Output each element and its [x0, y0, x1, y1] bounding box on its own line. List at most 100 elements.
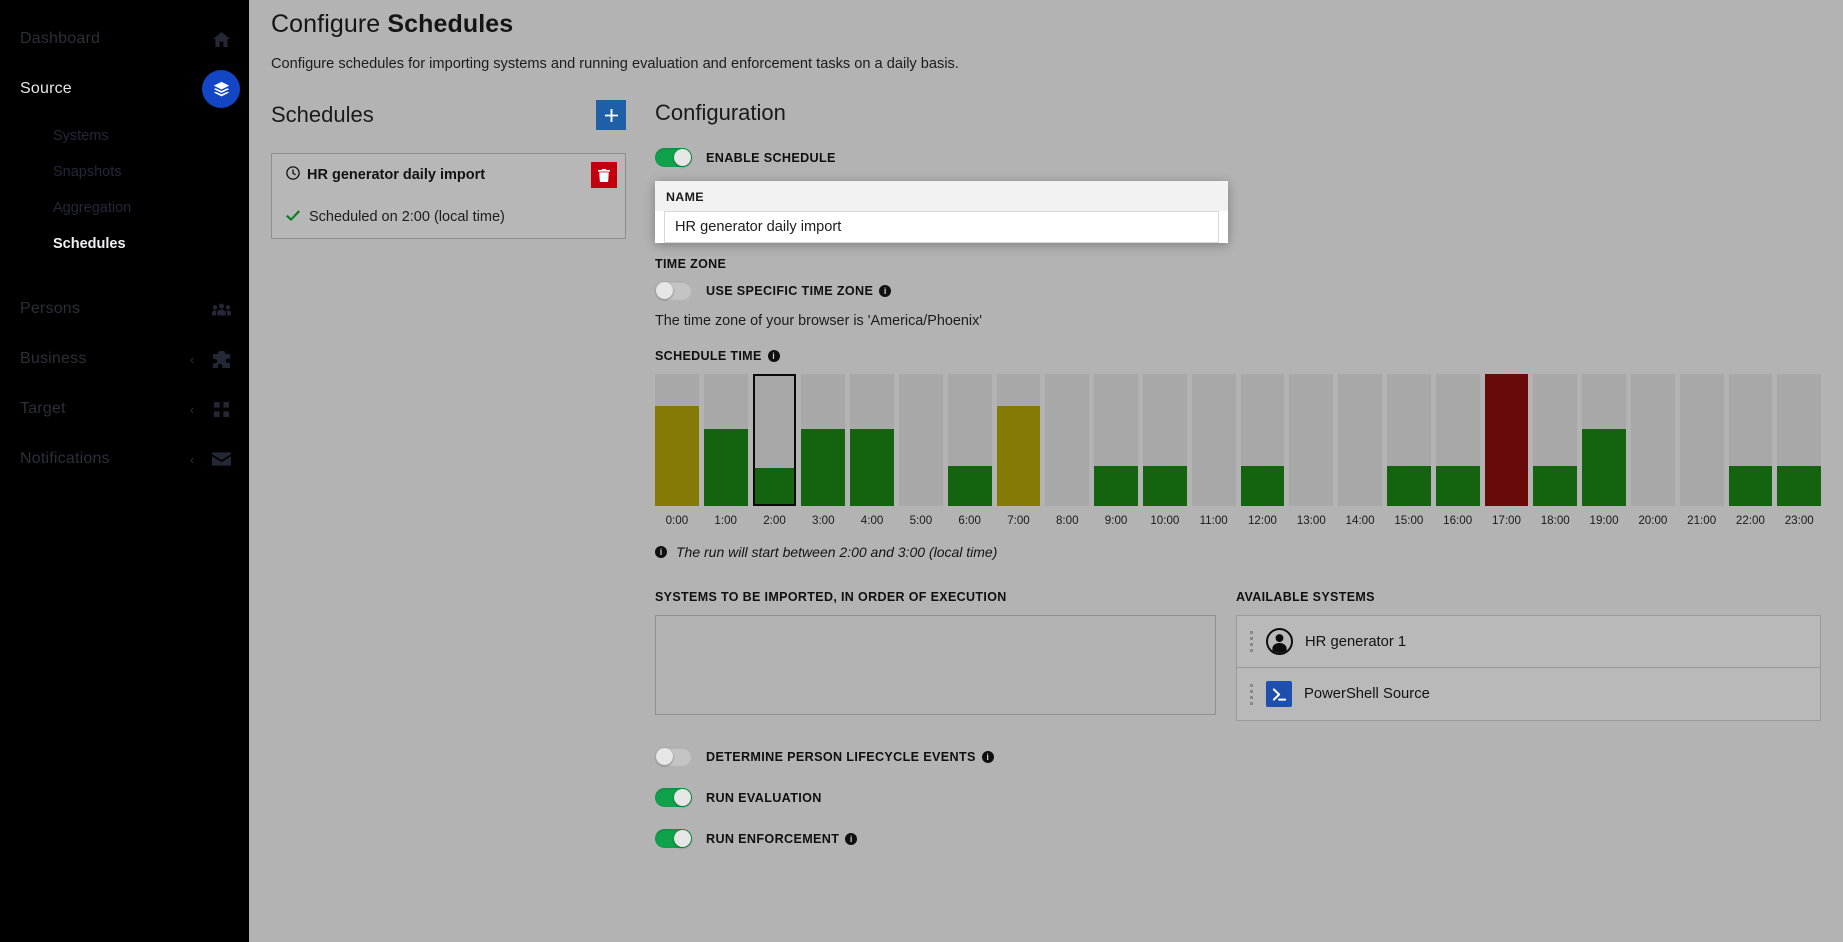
page-title-strong: Schedules [387, 10, 514, 38]
chart-bar-16-00[interactable] [1435, 374, 1480, 506]
bar-fill [801, 429, 846, 506]
bar-track [752, 374, 797, 506]
layers-icon [202, 70, 240, 108]
chevron-left-icon[interactable]: ‹ [186, 453, 198, 466]
chart-bar-20-00[interactable] [1630, 374, 1675, 506]
chart-bar-17-00[interactable] [1484, 374, 1529, 506]
sidebar-item-snapshots[interactable]: Snapshots [0, 154, 249, 190]
info-icon[interactable]: i [879, 284, 892, 297]
chart-bar-18-00[interactable] [1533, 374, 1578, 506]
sidebar-item-persons[interactable]: Persons [0, 284, 249, 334]
run-evaluation-toggle[interactable] [655, 788, 692, 807]
schedule-list-item[interactable]: HR generator daily import Scheduled on 2… [271, 153, 626, 239]
schedules-heading: Schedules [271, 102, 374, 127]
bar-track [1777, 374, 1822, 506]
schedule-item-status-row: Scheduled on 2:00 (local time) [286, 208, 611, 225]
axis-tick-label: 4:00 [860, 514, 884, 527]
determine-lifecycle-events-toggle[interactable] [655, 747, 692, 766]
app-root: Dashboard Source ∨ Systems Snapshots Agg… [0, 0, 1843, 942]
chart-bar-1-00[interactable] [703, 374, 748, 506]
list-item[interactable]: HR generator 1 [1237, 616, 1820, 668]
info-icon: i [655, 546, 667, 558]
bar-track [1679, 374, 1724, 506]
bar-track [850, 374, 894, 506]
label-text: USE SPECIFIC TIME ZONE [706, 283, 874, 298]
info-icon[interactable]: i [845, 832, 858, 845]
run-enforcement-row: RUN ENFORCEMENT i [655, 829, 1821, 848]
sidebar-item-systems[interactable]: Systems [0, 118, 249, 154]
chart-bar-12-00[interactable] [1240, 374, 1285, 506]
chart-bar-19-00[interactable] [1582, 374, 1626, 506]
run-enforcement-toggle[interactable] [655, 829, 692, 848]
axis-tick-label: 23:00 [1784, 514, 1814, 527]
bar-track [1435, 374, 1480, 506]
chart-bar-4-00[interactable] [850, 374, 894, 506]
systems-to-import-dropzone[interactable] [655, 615, 1216, 715]
schedules-header: Schedules [271, 100, 626, 130]
chart-bar-9-00[interactable] [1094, 374, 1138, 506]
sidebar-item-label: Persons [20, 300, 81, 317]
bar-track [1289, 374, 1334, 506]
schedules-panel: Schedules HR generator daily import Sche… [271, 100, 626, 848]
chart-bar-10-00[interactable] [1142, 374, 1187, 506]
chevron-left-icon[interactable]: ‹ [186, 403, 198, 416]
use-specific-timezone-row: USE SPECIFIC TIME ZONE i [655, 281, 1821, 300]
axis-tick-label: 6:00 [958, 514, 981, 527]
enable-schedule-toggle[interactable] [655, 148, 692, 167]
chart-bar-23-00[interactable] [1777, 374, 1822, 506]
info-icon[interactable]: i [981, 750, 994, 763]
drag-handle-icon[interactable] [1250, 631, 1254, 652]
chart-bar-0-00[interactable] [655, 374, 699, 506]
chart-bar-3-00[interactable] [801, 374, 846, 506]
chevron-left-icon[interactable]: ‹ [186, 353, 198, 366]
axis-tick-label: 12:00 [1247, 514, 1277, 527]
chart-bar-22-00[interactable] [1728, 374, 1773, 506]
bar-track [1338, 374, 1382, 506]
bar-fill [1582, 429, 1626, 506]
delete-schedule-button[interactable] [591, 162, 617, 188]
list-item[interactable]: PowerShell Source [1237, 668, 1820, 720]
bar-track [1240, 374, 1285, 506]
bar-track [801, 374, 846, 506]
use-specific-timezone-toggle[interactable] [655, 281, 692, 300]
sidebar-item-label: Snapshots [53, 164, 122, 180]
sidebar-item-aggregation[interactable]: Aggregation [0, 190, 249, 226]
sidebar-item-target[interactable]: Target ‹ [0, 384, 249, 434]
sidebar-item-source[interactable]: Source ∨ [0, 64, 249, 114]
name-input[interactable] [664, 211, 1219, 243]
sidebar-item-schedules[interactable]: Schedules [0, 226, 249, 262]
available-systems-panel: AVAILABLE SYSTEMS HR generator 1 PowerSh… [1236, 590, 1821, 721]
sidebar-item-dashboard[interactable]: Dashboard [0, 14, 249, 64]
sidebar-item-label: Source [20, 80, 72, 97]
axis-tick-label: 11:00 [1199, 514, 1228, 527]
run-evaluation-label: RUN EVALUATION [706, 790, 822, 805]
bar-track [1630, 374, 1675, 506]
toggle-knob [656, 282, 673, 299]
bar-track [1094, 374, 1138, 506]
add-schedule-button[interactable] [596, 100, 626, 130]
chart-bar-2-00[interactable] [752, 374, 797, 506]
bar-fill [754, 468, 795, 504]
chart-bar-14-00[interactable] [1338, 374, 1382, 506]
label-text: RUN ENFORCEMENT [706, 831, 840, 846]
chart-bar-13-00[interactable] [1289, 374, 1334, 506]
puzzle-icon [210, 348, 232, 370]
drag-handle-icon[interactable] [1250, 683, 1254, 705]
info-icon[interactable]: i [767, 350, 780, 362]
plus-icon [604, 108, 618, 122]
determine-lifecycle-events-label: DETERMINE PERSON LIFECYCLE EVENTS i [706, 750, 994, 764]
sidebar-item-notifications[interactable]: Notifications ‹ [0, 434, 249, 484]
chart-bar-6-00[interactable] [947, 374, 992, 506]
chart-bar-5-00[interactable] [898, 374, 943, 506]
sidebar-subnav-source: Systems Snapshots Aggregation Schedules [0, 114, 249, 262]
browser-timezone-note: The time zone of your browser is 'Americ… [655, 313, 983, 329]
chart-bar-15-00[interactable] [1386, 374, 1431, 506]
chart-bar-21-00[interactable] [1679, 374, 1724, 506]
sidebar-item-business[interactable]: Business ‹ [0, 334, 249, 384]
chart-bar-11-00[interactable] [1191, 374, 1236, 506]
chart-bar-8-00[interactable] [1045, 374, 1090, 506]
axis-tick-label: 10:00 [1150, 514, 1180, 527]
sidebar-item-label: Target [20, 400, 66, 417]
chart-bar-7-00[interactable] [996, 374, 1041, 506]
